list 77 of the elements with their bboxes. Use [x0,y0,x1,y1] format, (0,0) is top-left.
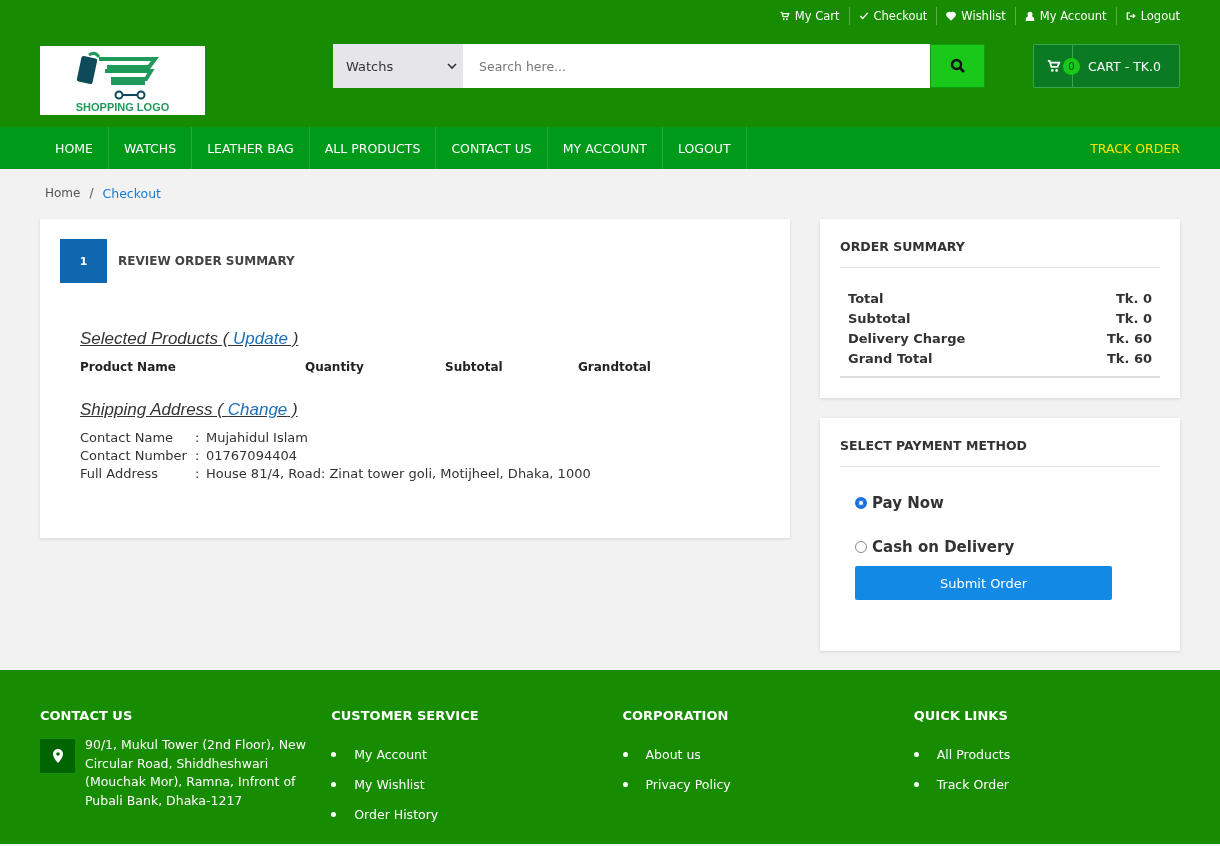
footer-heading: CUSTOMER SERVICE [331,708,480,723]
logo-text: SHOPPING LOGO [75,101,170,113]
change-link[interactable]: Change [227,400,288,419]
cart-button[interactable]: 0 CART - TK.0 [1033,44,1180,88]
logo[interactable]: SHOPPING LOGO [40,46,205,115]
footer-link[interactable]: My Account [354,746,427,762]
column-header: Subtotal [445,360,504,374]
top-link[interactable]: Logout [1125,8,1180,23]
footer-heading: CORPORATION [622,708,730,723]
summary-value: Tk. 0 [1115,290,1152,308]
summary-label: Grand Total [848,350,933,368]
field-value: House 81/4, Road: Zinat tower goli, Motijheel, Dhaka, 1000 [206,466,592,481]
colon: : [195,466,201,481]
field-value: Mujahidul Islam [206,430,309,445]
step-title: REVIEW ORDER SUMMARY [118,254,295,268]
heart-icon [946,10,957,21]
cart-icon [779,10,790,21]
chevron-down-icon [447,62,457,70]
column-header: Product Name [80,360,177,374]
cart-icon [1046,59,1062,73]
radio-button[interactable] [855,497,867,509]
section-heading: Selected Products ( Update ) [80,329,300,349]
nav-link[interactable]: LEATHER BAG [192,127,310,169]
nav-link[interactable]: HOME [40,127,109,169]
top-link[interactable]: My Cart [779,8,840,23]
address-text: 90/1, Mukul Tower (2nd Floor), New Circular Road, Shiddheshwari (Mouchak Mor), Ramna, Infront of Pubali Bank, Dhaka-1217 [85,736,307,810]
summary-label: Total [848,290,884,308]
colon: : [195,448,201,463]
breadcrumb-separator: / [89,186,94,200]
footer-link[interactable]: All Products [936,746,1011,762]
colon: : [195,430,201,445]
category-select[interactable]: Watchs [333,44,463,88]
summary-label: Delivery Charge [848,330,966,348]
summary-value: Tk. 60 [1106,350,1152,368]
location-pin-icon [40,739,75,773]
summary-value: Tk. 0 [1115,310,1152,328]
footer-link[interactable]: Privacy Policy [645,776,731,792]
payment-option[interactable]: Pay Now [855,494,944,512]
card-title: SELECT PAYMENT METHOD [840,418,1160,467]
field-label: Contact Number [80,448,188,463]
section-heading: Shipping Address ( Change ) [80,400,299,420]
nav-link[interactable]: MY ACCOUNT [547,127,663,169]
nav-link[interactable]: WATCHS [108,127,193,169]
update-link[interactable]: Update [233,329,288,348]
cart-count-badge: 0 [1063,57,1080,75]
footer-link[interactable]: Track Order [936,776,1009,792]
search-icon [949,58,966,74]
summary-value: Tk. 60 [1106,330,1152,348]
submit-order-button[interactable]: Submit Order [855,566,1112,600]
field-value: 01767094404 [206,448,298,463]
footer-heading: CONTACT US [40,708,134,723]
field-label: Contact Name [80,430,175,445]
step-number-badge: 1 [60,239,107,283]
summary-label: Subtotal [848,310,911,328]
footer-link[interactable]: About us [645,746,701,762]
nav-link[interactable]: CONTACT US [436,127,548,169]
nav-link[interactable]: LOGOUT [662,127,747,169]
logout-icon [1125,10,1136,21]
search-button[interactable] [930,44,985,88]
payment-option[interactable]: Cash on Delivery [855,538,1015,556]
track-order-link[interactable]: TRACK ORDER [1090,127,1180,169]
column-header: Grandtotal [578,360,652,374]
check-icon [858,10,869,21]
breadcrumb-link[interactable]: Checkout [102,185,161,201]
breadcrumb-link[interactable]: Home [45,186,81,200]
nav-link[interactable]: ALL PRODUCTS [309,127,437,169]
search-field[interactable]: Search here... [463,44,930,88]
field-label: Full Address [80,466,160,481]
footer-link[interactable]: Order History [354,806,439,822]
top-link[interactable]: Wishlist [946,8,1006,23]
card-title: ORDER SUMMARY [840,219,1160,268]
user-icon [1024,10,1035,21]
top-link[interactable]: Checkout [858,8,928,23]
footer-heading: QUICK LINKS [913,708,1009,723]
footer-link[interactable]: My Wishlist [354,776,425,792]
top-link[interactable]: My Account [1024,8,1107,23]
column-header: Quantity [305,360,365,374]
